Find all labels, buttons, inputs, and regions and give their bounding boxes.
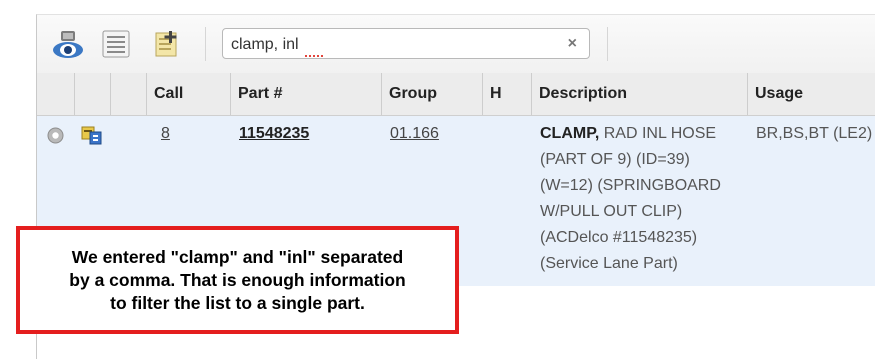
description-line: W/PULL OUT CLIP) [540,203,683,220]
description-name: CLAMP, [540,125,600,142]
clear-search-icon[interactable]: × [568,35,577,53]
spellcheck-underline [305,53,323,57]
description-line: (W=12) (SPRINGBOARD [540,177,721,194]
header-col-2[interactable] [74,73,110,115]
search-input[interactable] [229,33,553,57]
annotation-callout: We entered "clamp" and "inl" separated b… [16,226,459,334]
part-info-icon[interactable] [81,125,103,150]
toolbar-separator [205,27,206,61]
header-col-3[interactable] [110,73,146,115]
header-call[interactable]: Call [146,73,230,115]
header-part-number[interactable]: Part # [230,73,381,115]
header-usage[interactable]: Usage [747,73,875,115]
header-h[interactable]: H [482,73,531,115]
description-cell: CLAMP, RAD INL HOSE (PART OF 9) (ID=39) … [540,121,745,277]
call-link[interactable]: 8 [161,125,170,142]
view-icon[interactable] [51,27,85,61]
description-line: RAD INL HOSE [603,125,717,142]
usage-cell: BR,BS,BT (LE2) [756,125,873,142]
description-line: (Service Lane Part) [540,255,678,272]
description-line: (PART OF 9) (ID=39) [540,151,690,168]
description-line: (ACDelco #11548235) [540,229,698,246]
toolbar-separator [607,27,608,61]
table-header: Call Part # Group H Description Usage [37,73,875,116]
list-icon[interactable] [99,27,133,61]
header-group[interactable]: Group [381,73,482,115]
expand-circle-icon[interactable] [47,127,64,149]
group-link[interactable]: 01.166 [390,125,439,142]
part-number-link[interactable]: 11548235 [239,125,309,142]
header-col-1[interactable] [37,73,74,115]
search-field[interactable]: × [222,28,590,59]
toolbar: × [37,15,875,74]
header-description[interactable]: Description [531,73,747,115]
add-note-icon[interactable] [149,27,183,61]
